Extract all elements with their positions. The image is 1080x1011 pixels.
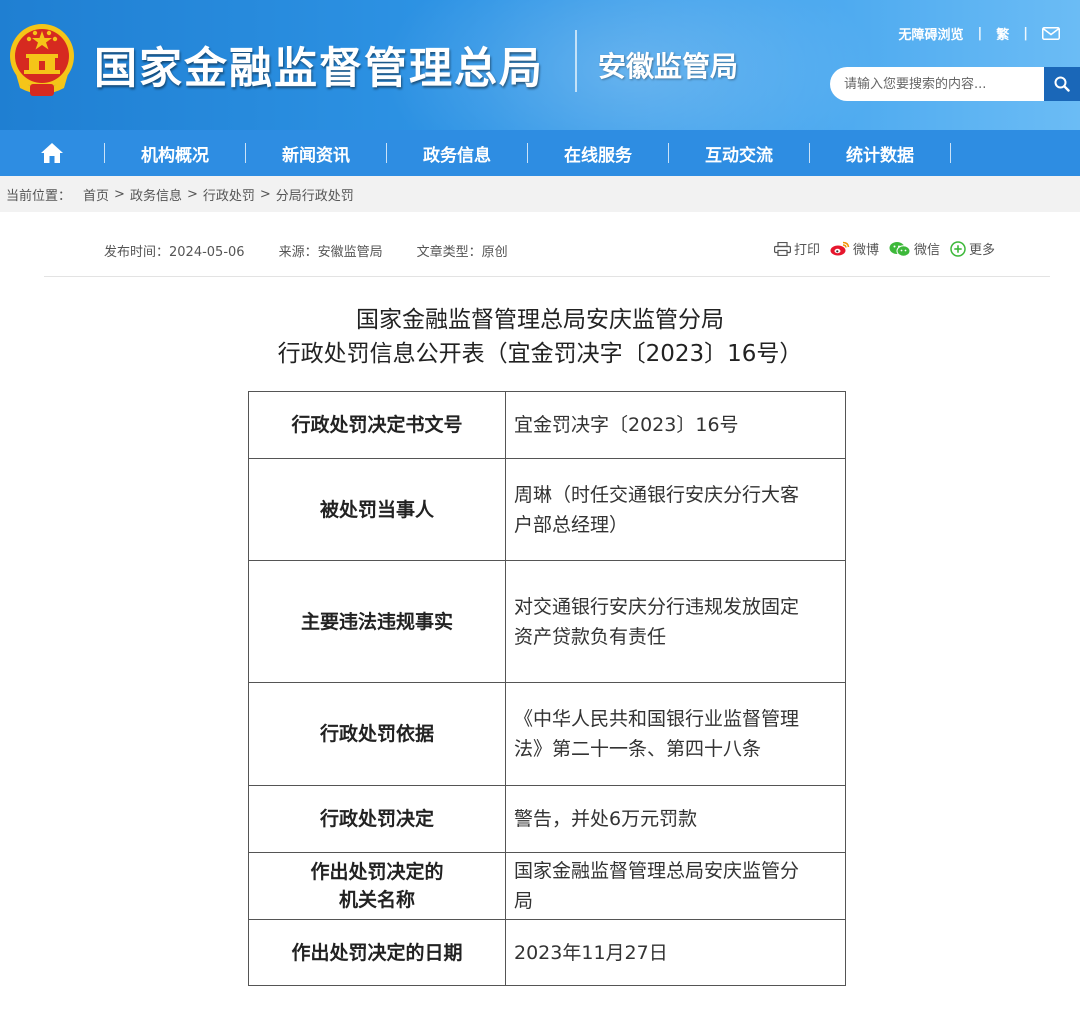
breadcrumb-government-info[interactable]: 政务信息 <box>130 185 182 204</box>
site-header: 国家金融监督管理总局 安徽监管局 无障碍浏览 | 繁 | <box>0 0 1080 130</box>
table-row-violation-facts: 主要违法违规事实 对交通银行安庆分行违规发放固定 资产贷款负有责任 <box>248 560 846 683</box>
row-value-text: 周琳（时任交通银行安庆分行大客 <box>514 483 800 506</box>
row-value: 宜金罚决字〔2023〕16号 <box>505 391 846 459</box>
row-value-text: 户部总经理） <box>514 513 629 536</box>
article-info: 发布时间：2024-05-06 来源：安徽监管局 文章类型：原创 <box>104 241 508 260</box>
more-label: 更多 <box>968 243 995 258</box>
search-icon <box>1054 76 1070 92</box>
link-separator: | <box>1023 26 1028 41</box>
row-value: 对交通银行安庆分行违规发放固定 资产贷款负有责任 <box>505 560 846 683</box>
document-title-line-2: 行政处罚信息公开表（宜金罚决字〔2023〕16号） <box>277 341 803 367</box>
print-icon <box>773 241 791 256</box>
row-key: 作出处罚决定的 机关名称 <box>248 852 506 920</box>
row-key-text: 作出处罚决定的日期 <box>291 941 463 964</box>
row-value: 周琳（时任交通银行安庆分行大客 户部总经理） <box>505 458 846 561</box>
weibo-share[interactable]: 微博 <box>830 239 879 258</box>
row-value-text: 国家金融监督管理总局安庆监管分 <box>514 860 800 882</box>
nav-home[interactable] <box>0 130 104 176</box>
breadcrumb-label: 当前位置： <box>6 188 72 204</box>
accessibility-link[interactable]: 无障碍浏览 <box>898 24 963 43</box>
row-key-text: 主要违法违规事实 <box>300 610 453 633</box>
article-meta: 发布时间：2024-05-06 来源：安徽监管局 文章类型：原创 打印 微博 微… <box>44 212 1050 277</box>
breadcrumb-separator: > <box>114 186 125 202</box>
search-input[interactable] <box>830 67 1044 101</box>
article-type: 文章类型：原创 <box>416 245 508 260</box>
table-row-decision-number: 行政处罚决定书文号 宜金罚决字〔2023〕16号 <box>248 391 846 459</box>
breadcrumb-separator: > <box>259 186 271 202</box>
site-title: 国家金融监督管理总局 <box>94 44 544 94</box>
nav-divider <box>950 143 951 163</box>
document-title: 国家金融监督管理总局安庆监管分局 行政处罚信息公开表（宜金罚决字〔2023〕16… <box>0 303 1080 371</box>
nav-item-online-services[interactable]: 在线服务 <box>528 141 668 166</box>
row-value-text: 2023年11月27日 <box>514 941 668 964</box>
row-key: 行政处罚依据 <box>248 682 506 786</box>
table-row-decision: 行政处罚决定 警告，并处6万元罚款 <box>248 785 846 853</box>
breadcrumb: 当前位置： 首页 > 政务信息 > 行政处罚 > 分局行政处罚 <box>0 176 1080 212</box>
row-value-text: 资产贷款负有责任 <box>514 625 667 648</box>
wechat-share[interactable]: 微信 <box>889 239 940 258</box>
print-button[interactable]: 打印 <box>773 239 820 258</box>
branch-title: 安徽监管局 <box>598 50 739 83</box>
plus-circle-icon <box>950 240 966 257</box>
row-value: 2023年11月27日 <box>505 919 846 986</box>
table-row-penalized-party: 被处罚当事人 周琳（时任交通银行安庆分行大客 户部总经理） <box>248 458 846 561</box>
row-key-text: 作出处罚决定的 <box>310 861 444 883</box>
row-key: 行政处罚决定 <box>248 785 506 853</box>
breadcrumb-separator: > <box>186 186 198 202</box>
publish-date: 发布时间：2024-05-06 <box>104 245 245 260</box>
link-separator: | <box>977 26 983 41</box>
row-key: 被处罚当事人 <box>248 458 506 561</box>
weibo-label: 微博 <box>852 243 879 258</box>
nav-item-news[interactable]: 新闻资讯 <box>246 141 386 166</box>
row-key: 作出处罚决定的日期 <box>248 919 506 986</box>
row-value-text: 法》第二十一条、第四十八条 <box>514 738 762 760</box>
wechat-icon <box>889 241 911 257</box>
table-row-legal-basis: 行政处罚依据 《中华人民共和国银行业监督管理 法》第二十一条、第四十八条 <box>248 682 846 786</box>
search-box <box>830 67 1080 101</box>
main-nav: 机构概况 新闻资讯 政务信息 在线服务 互动交流 统计数据 <box>0 130 1080 176</box>
nav-item-about[interactable]: 机构概况 <box>105 141 245 166</box>
row-key-text: 被处罚当事人 <box>319 498 434 521</box>
print-label: 打印 <box>793 243 820 258</box>
row-key: 行政处罚决定书文号 <box>248 391 506 459</box>
article-source: 来源：安徽监管局 <box>278 245 383 260</box>
table-row-authority: 作出处罚决定的 机关名称 国家金融监督管理总局安庆监管分 局 <box>248 852 846 920</box>
penalty-info-table: 行政处罚决定书文号 宜金罚决字〔2023〕16号 被处罚当事人 周琳（时任交通银… <box>248 391 846 986</box>
title-divider <box>575 30 577 92</box>
row-value: 《中华人民共和国银行业监督管理 法》第二十一条、第四十八条 <box>505 682 846 786</box>
row-key-text: 行政处罚决定书文号 <box>291 414 463 436</box>
wechat-label: 微信 <box>913 243 940 258</box>
row-value: 警告，并处6万元罚款 <box>505 785 846 853</box>
traditional-chinese-link[interactable]: 繁 <box>996 24 1009 43</box>
row-value-text: 警告，并处6万元罚款 <box>514 808 698 830</box>
row-key-text: 行政处罚依据 <box>319 723 434 745</box>
breadcrumb-branch-penalty[interactable]: 分局行政处罚 <box>276 185 354 204</box>
document-title-line-1: 国家金融监督管理总局安庆监管分局 <box>356 307 724 333</box>
row-value-text: 《中华人民共和国银行业监督管理 <box>514 708 800 730</box>
row-value: 国家金融监督管理总局安庆监管分 局 <box>505 852 846 920</box>
share-bar: 打印 微博 微信 更多 <box>773 239 995 258</box>
mail-icon[interactable] <box>1042 27 1060 40</box>
home-icon <box>41 143 63 163</box>
breadcrumb-home[interactable]: 首页 <box>83 185 109 204</box>
row-value-text: 局 <box>514 890 534 912</box>
top-links: 无障碍浏览 | 繁 | <box>898 24 1060 43</box>
row-value-text: 宜金罚决字〔2023〕16号 <box>514 414 739 436</box>
nav-item-statistics[interactable]: 统计数据 <box>810 141 950 166</box>
row-value-text: 对交通银行安庆分行违规发放固定 <box>514 595 800 618</box>
weibo-icon <box>830 241 850 256</box>
nav-item-government-info[interactable]: 政务信息 <box>387 141 527 166</box>
row-key-text: 机关名称 <box>338 889 415 911</box>
more-share[interactable]: 更多 <box>950 239 995 258</box>
search-button[interactable] <box>1044 67 1080 101</box>
table-row-decision-date: 作出处罚决定的日期 2023年11月27日 <box>248 919 846 986</box>
breadcrumb-penalty[interactable]: 行政处罚 <box>203 185 255 204</box>
row-key: 主要违法违规事实 <box>248 560 506 683</box>
nav-item-interaction[interactable]: 互动交流 <box>669 141 809 166</box>
national-emblem-icon <box>10 24 74 96</box>
row-key-text: 行政处罚决定 <box>319 808 434 830</box>
